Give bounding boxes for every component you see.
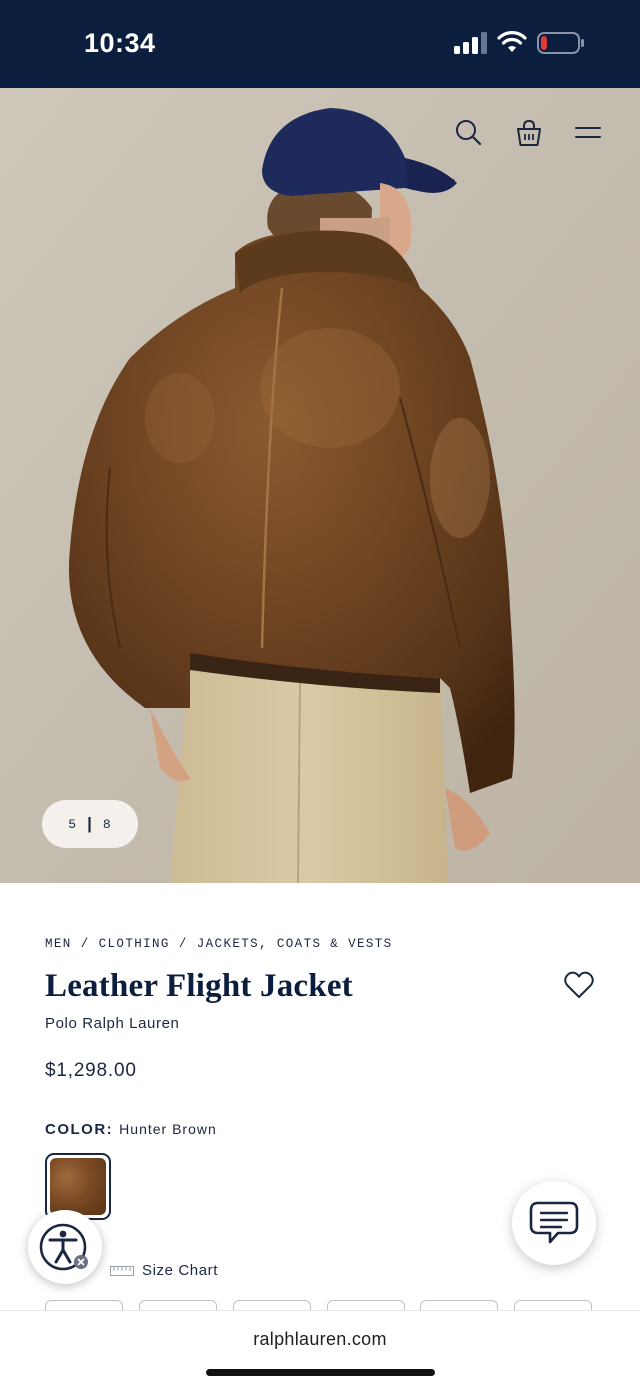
shopping-bag-icon[interactable] bbox=[514, 118, 544, 148]
product-price: $1,298.00 bbox=[45, 1060, 137, 1081]
wifi-icon bbox=[497, 31, 527, 52]
search-icon[interactable] bbox=[454, 118, 484, 148]
color-selection-label: COLOR: Hunter Brown bbox=[45, 1121, 217, 1138]
battery-low-icon bbox=[537, 32, 584, 54]
home-indicator[interactable] bbox=[206, 1369, 435, 1376]
image-counter: 5 | 8 bbox=[42, 800, 138, 848]
breadcrumb-separator: / bbox=[80, 937, 90, 951]
product-title: Leather Flight Jacket bbox=[45, 968, 353, 1004]
breadcrumb: MEN / CLOTHING / JACKETS, COATS & VESTS bbox=[45, 937, 393, 951]
status-time: 10:34 bbox=[84, 28, 156, 58]
product-brand[interactable]: Polo Ralph Lauren bbox=[45, 1015, 179, 1032]
accessibility-icon bbox=[39, 1223, 88, 1271]
chat-button[interactable] bbox=[512, 1181, 596, 1265]
breadcrumb-item-jackets[interactable]: JACKETS, COATS & VESTS bbox=[197, 937, 393, 951]
image-counter-current: 5 bbox=[68, 816, 78, 832]
image-counter-total: 8 bbox=[102, 816, 112, 832]
product-image[interactable]: 5 | 8 bbox=[0, 88, 640, 883]
accessibility-button[interactable] bbox=[28, 1210, 102, 1284]
image-counter-separator: | bbox=[87, 814, 93, 833]
product-photo bbox=[0, 88, 640, 883]
color-swatch-hunter-brown[interactable] bbox=[45, 1153, 111, 1220]
swatch-image bbox=[50, 1158, 106, 1215]
ruler-icon bbox=[110, 1266, 134, 1276]
browser-url-bar[interactable]: ralphlauren.com bbox=[0, 1310, 640, 1388]
heart-icon[interactable] bbox=[563, 970, 595, 1000]
url-text[interactable]: ralphlauren.com bbox=[0, 1329, 640, 1350]
menu-icon[interactable] bbox=[574, 118, 602, 148]
color-value: Hunter Brown bbox=[119, 1121, 217, 1137]
size-chart-link[interactable]: Size Chart bbox=[142, 1262, 218, 1279]
status-bar: 10:34 bbox=[0, 0, 640, 88]
breadcrumb-item-men[interactable]: MEN bbox=[45, 937, 72, 951]
color-label: COLOR: bbox=[45, 1121, 114, 1138]
chat-bubble-icon bbox=[529, 1201, 579, 1244]
cellular-signal-icon bbox=[454, 32, 487, 54]
breadcrumb-separator: / bbox=[178, 937, 188, 951]
breadcrumb-item-clothing[interactable]: CLOTHING bbox=[99, 937, 170, 951]
